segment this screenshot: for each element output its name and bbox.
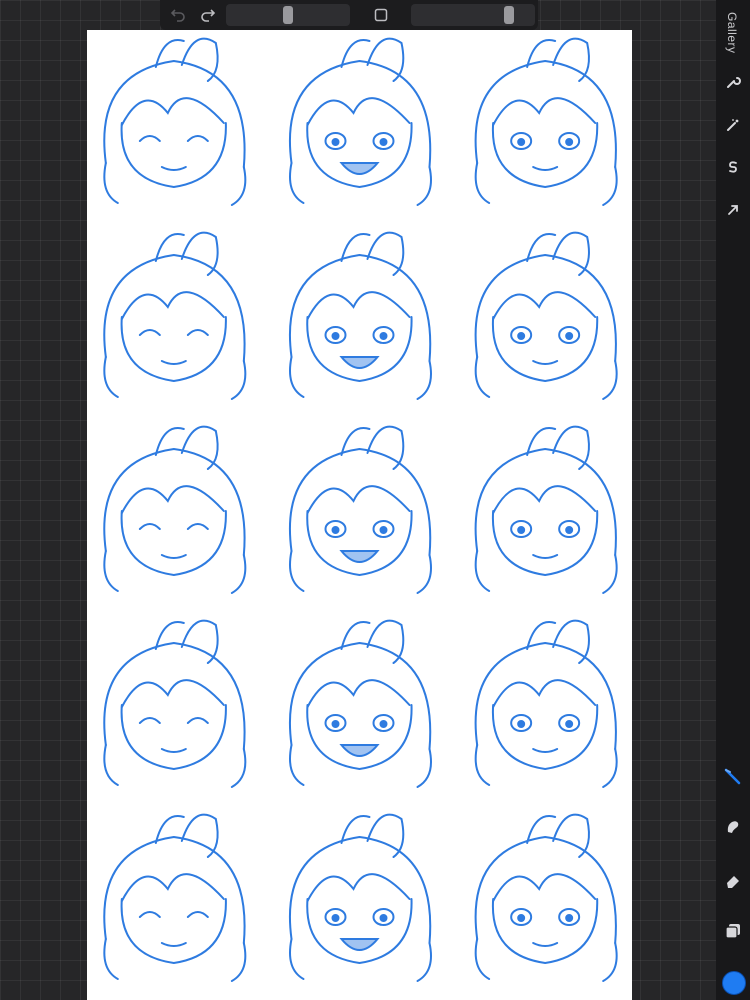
- color-picker-swatch[interactable]: [722, 971, 746, 995]
- expression-head: [103, 425, 247, 594]
- redo-icon[interactable]: [198, 5, 218, 25]
- expression-head: [103, 813, 247, 982]
- opacity-knob[interactable]: [504, 6, 514, 24]
- expression-head: [288, 37, 432, 206]
- expression-head: [474, 37, 618, 206]
- brush-size-slider[interactable]: [226, 4, 350, 26]
- undo-icon[interactable]: [168, 5, 188, 25]
- brush-size-knob[interactable]: [283, 6, 293, 24]
- right-sidebar: [716, 0, 750, 1000]
- expression-head: [288, 231, 432, 400]
- expression-head: [474, 619, 618, 788]
- actions-wrench-icon[interactable]: [721, 70, 745, 94]
- expression-head: [288, 813, 432, 982]
- expression-head: [103, 37, 247, 206]
- layers-icon[interactable]: [721, 919, 745, 943]
- transform-arrow-icon[interactable]: [721, 198, 745, 222]
- eraser-icon[interactable]: [721, 868, 745, 892]
- selection-s-icon[interactable]: [721, 155, 745, 179]
- expression-head: [103, 619, 247, 788]
- opacity-slider[interactable]: [411, 4, 535, 26]
- brush-icon[interactable]: [721, 765, 745, 789]
- gallery-button[interactable]: Gallery: [725, 12, 739, 54]
- expression-head: [288, 425, 432, 594]
- expression-head: [474, 813, 618, 982]
- expression-head: [288, 619, 432, 788]
- expression-head: [474, 425, 618, 594]
- top-toolbar: [160, 0, 538, 30]
- expression-sheet-sketch: [103, 37, 618, 982]
- modify-square-icon[interactable]: [371, 5, 391, 25]
- expression-head: [103, 231, 247, 400]
- smudge-icon[interactable]: [721, 815, 745, 839]
- drawing-canvas[interactable]: [87, 30, 632, 1000]
- adjustments-wand-icon[interactable]: [721, 113, 745, 137]
- expression-head: [474, 231, 618, 400]
